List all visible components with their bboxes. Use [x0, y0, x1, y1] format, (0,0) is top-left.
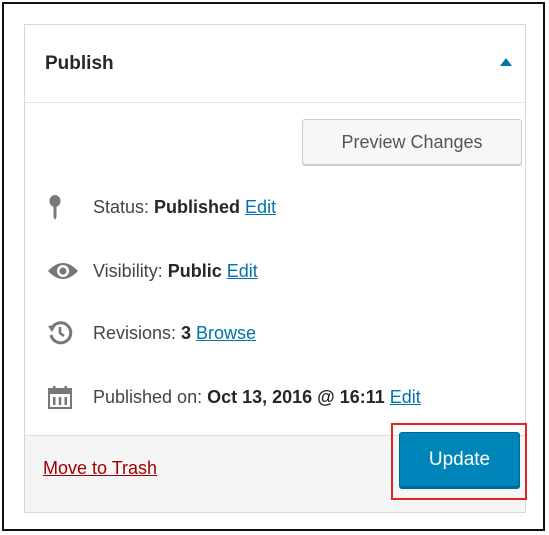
published-on-edit-link[interactable]: Edit [390, 387, 421, 408]
eye-icon [47, 257, 79, 285]
collapse-toggle-icon[interactable] [499, 55, 513, 69]
revisions-label: Revisions: [93, 322, 177, 343]
status-value: Published [154, 196, 241, 217]
history-icon [47, 319, 79, 347]
update-button[interactable]: Update [399, 432, 520, 487]
status-edit-link[interactable]: Edit [245, 197, 276, 218]
calendar-icon [47, 383, 79, 411]
publish-metabox: Publish Preview Changes Status: Publishe… [24, 24, 527, 513]
visibility-row: Visibility: Public Edit [47, 256, 258, 286]
visibility-edit-link[interactable]: Edit [227, 261, 258, 282]
visibility-value: Public [167, 260, 222, 281]
visibility-label: Visibility: [93, 260, 163, 281]
status-label: Status: [93, 196, 150, 217]
publish-metabox-title: Publish [45, 53, 114, 74]
revisions-row: Revisions: 3 Browse [47, 318, 256, 348]
revisions-count: 3 [181, 322, 192, 343]
published-on-row: Published on: Oct 13, 2016 @ 16:11 Edit [47, 382, 421, 412]
revisions-browse-link[interactable]: Browse [196, 323, 256, 344]
pin-icon [47, 193, 79, 221]
published-on-label: Published on: [93, 386, 203, 407]
status-row: Status: Published Edit [47, 192, 276, 222]
move-to-trash-link[interactable]: Move to Trash [43, 458, 157, 479]
publish-metabox-header[interactable]: Publish [25, 25, 525, 103]
preview-changes-button[interactable]: Preview Changes [302, 119, 522, 165]
screenshot-frame: Publish Preview Changes Status: Publishe… [2, 2, 545, 531]
published-on-date: Oct 13, 2016 @ 16:11 [207, 386, 385, 407]
